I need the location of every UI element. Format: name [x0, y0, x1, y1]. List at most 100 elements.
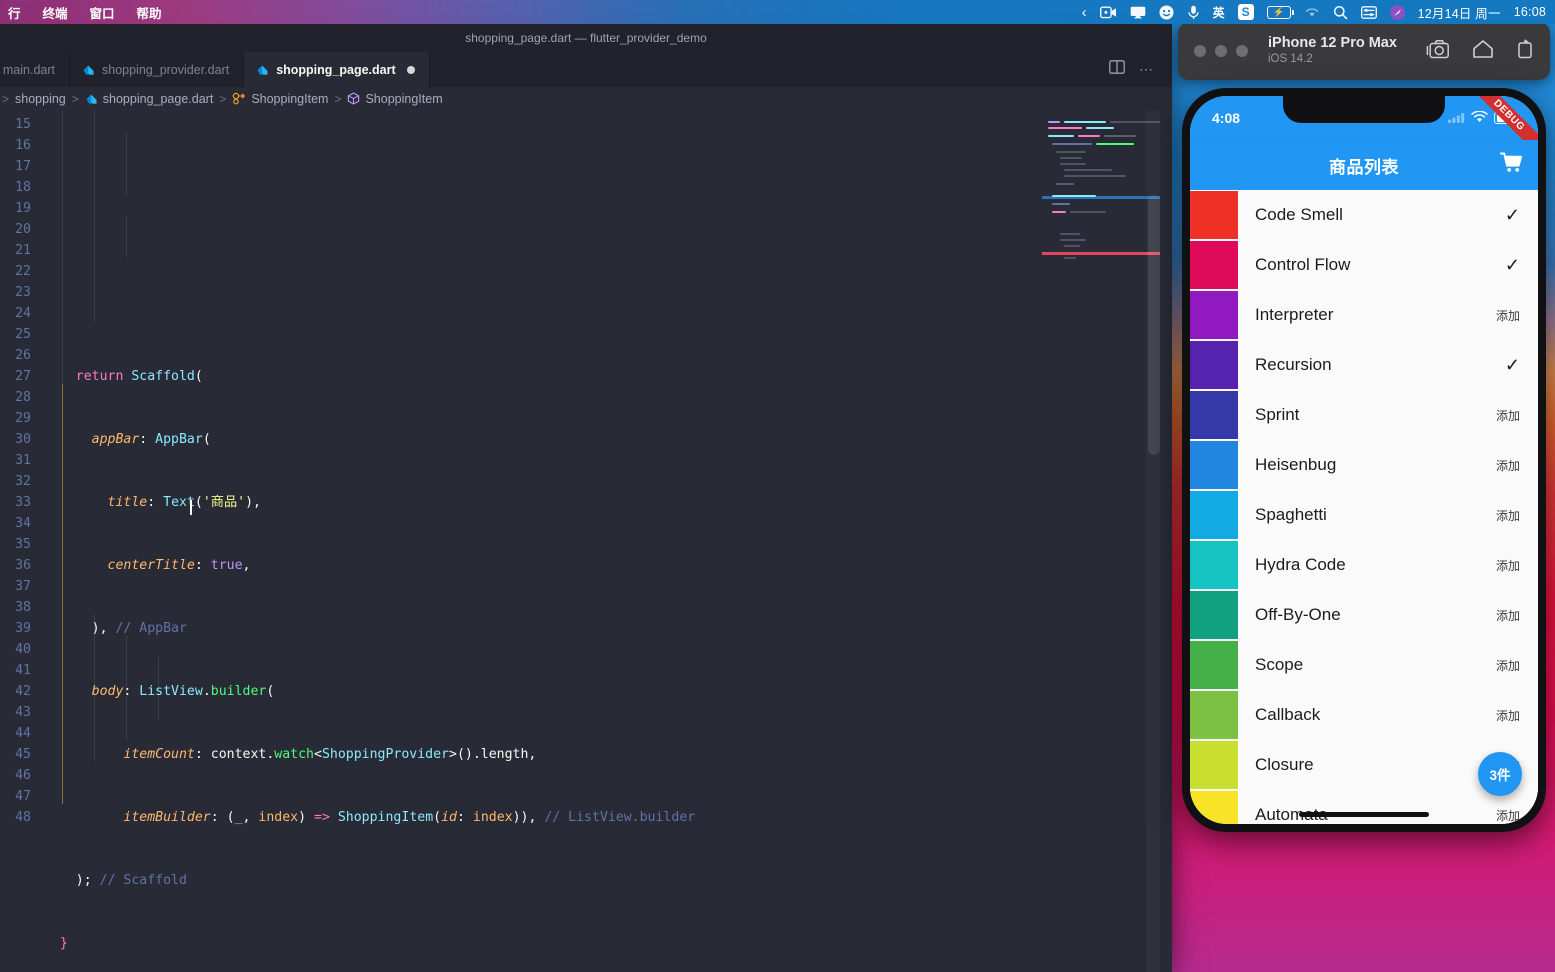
tab-shopping-provider-dart[interactable]: shopping_provider.dart: [70, 52, 245, 87]
text-cursor: [190, 500, 192, 515]
breadcrumb-item-symbol[interactable]: ShoppingItem: [347, 92, 443, 106]
menu-terminal[interactable]: 终端: [43, 3, 68, 22]
menu-run[interactable]: 行: [8, 3, 21, 22]
list-item[interactable]: Automata 添加: [1190, 790, 1538, 824]
menubar-date[interactable]: 12月14日 周一: [1418, 3, 1501, 22]
screen-recording-icon[interactable]: [1099, 6, 1117, 19]
line-number: 44: [15, 726, 31, 741]
product-list[interactable]: Code Smell ✓ Control Flow ✓ Interpreter 添加 Rec…: [1190, 190, 1538, 824]
cart-fab[interactable]: 3件: [1478, 752, 1522, 796]
line-number: 35: [15, 537, 31, 552]
item-name: Scope: [1255, 655, 1304, 674]
status-bar-time: 4:08: [1212, 110, 1241, 126]
line-number: 36: [15, 558, 31, 573]
list-item[interactable]: Interpreter 添加: [1190, 290, 1538, 340]
item-color-swatch: [1190, 241, 1238, 289]
item-color-swatch: [1190, 441, 1238, 489]
more-actions-icon[interactable]: ⋯: [1139, 61, 1154, 78]
menubar-time[interactable]: 16:08: [1514, 5, 1546, 19]
search-icon[interactable]: [1333, 5, 1348, 20]
dart-icon: [256, 63, 269, 76]
simulator-device-info: iPhone 12 Pro Max iOS 14.2: [1268, 35, 1397, 67]
item-add-button[interactable]: 添加: [1496, 307, 1520, 324]
list-item[interactable]: Callback 添加: [1190, 690, 1538, 740]
item-add-button[interactable]: 添加: [1496, 507, 1520, 524]
item-add-button[interactable]: 添加: [1496, 657, 1520, 674]
split-editor-icon[interactable]: [1109, 60, 1125, 79]
list-item[interactable]: Sprint 添加: [1190, 390, 1538, 440]
menu-help[interactable]: 帮助: [137, 3, 162, 22]
breadcrumb-item-class[interactable]: ShoppingItem: [232, 92, 328, 106]
list-item[interactable]: Hydra Code 添加: [1190, 540, 1538, 590]
line-number: 42: [15, 684, 31, 699]
line-number: 21: [15, 243, 31, 258]
line-number: 19: [15, 201, 31, 216]
line-number: 16: [15, 138, 31, 153]
code-line: title: Text('商品'),: [107, 495, 261, 510]
item-added-check-icon: ✓: [1504, 255, 1520, 275]
breadcrumb-item-file[interactable]: shopping_page.dart: [85, 92, 213, 106]
device-os: iOS 14.2: [1268, 53, 1313, 66]
item-color-swatch: [1190, 491, 1238, 539]
item-add-button[interactable]: 添加: [1496, 457, 1520, 474]
indent-guide: [126, 216, 127, 258]
input-method-icon[interactable]: 英: [1213, 4, 1225, 21]
line-number: 40: [15, 642, 31, 657]
shopping-cart-icon[interactable]: [1500, 152, 1524, 179]
item-color-swatch: [1190, 591, 1238, 639]
cellular-icon: [1448, 110, 1465, 126]
code-line: itemBuilder: (_, index) => ShoppingItem(…: [123, 810, 696, 825]
iphone-frame: 4:08 DEBUG 商品列表 Code Smell ✓ Control Flo…: [1182, 88, 1546, 832]
line-number: 30: [15, 432, 31, 447]
code-line: }: [44, 936, 68, 951]
control-center-icon[interactable]: [1360, 5, 1377, 19]
unsaved-indicator-icon[interactable]: [406, 65, 415, 74]
menubar-left-items: 行 终端 窗口 帮助: [0, 3, 162, 22]
rotate-icon[interactable]: [1516, 39, 1534, 64]
list-item[interactable]: Code Smell ✓: [1190, 190, 1538, 240]
code-area[interactable]: 15 16 17 18 19 20 21 22 23 24 25 26 27 2…: [0, 111, 1172, 972]
wifi-icon[interactable]: [1304, 6, 1320, 18]
tab-shopping-page-dart[interactable]: shopping_page.dart: [244, 52, 430, 87]
item-add-button[interactable]: 添加: [1496, 407, 1520, 424]
chevron-left-icon[interactable]: ‹: [1082, 4, 1087, 21]
list-item[interactable]: Control Flow ✓: [1190, 240, 1538, 290]
breadcrumb-label: shopping: [15, 92, 66, 106]
item-name: Interpreter: [1255, 305, 1334, 324]
screenshot-icon[interactable]: [1426, 39, 1450, 64]
breadcrumb-item-shopping[interactable]: shopping: [15, 92, 66, 106]
item-add-button[interactable]: 添加: [1496, 557, 1520, 574]
item-add-button[interactable]: 添加: [1496, 707, 1520, 724]
breadcrumb-sep: >: [219, 92, 227, 106]
zoom-button[interactable]: [1236, 45, 1248, 57]
line-number: 28: [15, 390, 31, 405]
code-text[interactable]: return Scaffold( appBar: AppBar( title: …: [40, 111, 1172, 972]
user-avatar-icon[interactable]: [1389, 4, 1405, 20]
breadcrumb-label: ShoppingItem: [251, 92, 329, 106]
menu-window[interactable]: 窗口: [90, 3, 115, 22]
sogou-icon[interactable]: S: [1237, 4, 1254, 20]
item-name: Closure: [1255, 755, 1314, 774]
list-item[interactable]: Heisenbug 添加: [1190, 440, 1538, 490]
dart-icon: [85, 92, 98, 106]
code-editor[interactable]: 15 16 17 18 19 20 21 22 23 24 25 26 27 2…: [0, 111, 1172, 972]
emoji-icon[interactable]: [1159, 5, 1174, 20]
list-item[interactable]: Off-By-One 添加: [1190, 590, 1538, 640]
breadcrumb-sep: >: [71, 92, 79, 106]
list-item[interactable]: Recursion ✓: [1190, 340, 1538, 390]
list-item[interactable]: Spaghetti 添加: [1190, 490, 1538, 540]
home-icon[interactable]: [1472, 39, 1494, 64]
microphone-icon[interactable]: [1187, 5, 1200, 20]
item-add-button[interactable]: 添加: [1496, 807, 1520, 824]
breadcrumb: > shopping > shopping_page.dart > Shoppi…: [0, 87, 1172, 111]
list-item[interactable]: Scope 添加: [1190, 640, 1538, 690]
line-number: 25: [15, 327, 31, 342]
tab-main-dart[interactable]: main.dart: [0, 52, 70, 87]
battery-icon[interactable]: ⚡: [1266, 5, 1294, 19]
item-add-button[interactable]: 添加: [1496, 607, 1520, 624]
device-screen[interactable]: 4:08 DEBUG 商品列表 Code Smell ✓ Control Flo…: [1190, 96, 1538, 824]
close-button[interactable]: [1194, 45, 1206, 57]
macos-menubar: 行 终端 窗口 帮助 ‹ 英 S ⚡ 12月14日 周一 16:08: [0, 0, 1555, 24]
minimize-button[interactable]: [1215, 45, 1227, 57]
airplay-icon[interactable]: [1130, 6, 1146, 19]
